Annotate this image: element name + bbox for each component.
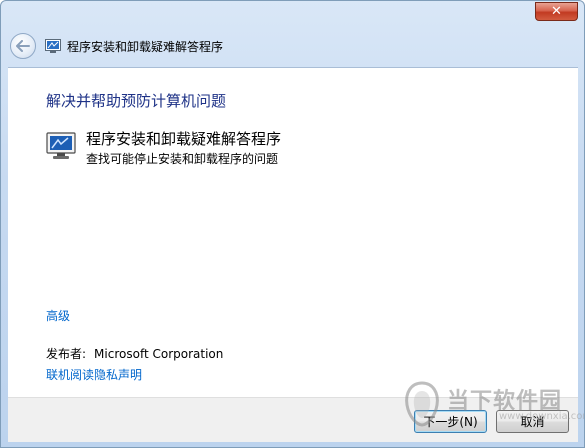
advanced-link[interactable]: 高级 xyxy=(46,307,70,324)
back-button[interactable] xyxy=(10,33,36,59)
privacy-statement-link[interactable]: 联机阅读隐私声明 xyxy=(46,366,142,383)
troubleshooter-icon xyxy=(45,39,61,53)
next-button[interactable]: 下一步(N) xyxy=(414,410,487,433)
content-pane: 解决并帮助预防计算机问题 程序安装和卸载疑难解答程序 查找可能停止安装和卸载程序… xyxy=(8,67,578,397)
page-heading: 解决并帮助预防计算机问题 xyxy=(46,92,227,110)
cancel-button[interactable]: 取消 xyxy=(496,410,569,433)
publisher-label: 发布者: xyxy=(46,347,87,361)
publisher-value: Microsoft Corporation xyxy=(94,347,224,361)
troubleshooter-icon xyxy=(46,132,76,159)
close-button[interactable]: ✕ xyxy=(535,2,578,21)
troubleshooter-description: 查找可能停止安装和卸载程序的问题 xyxy=(86,152,279,166)
title-bar: ✕ xyxy=(1,1,584,29)
back-arrow-icon xyxy=(16,40,30,52)
troubleshooter-window: ✕ 程序安装和卸载疑难解答程序 解决并帮助预防计算机问题 程序安装和卸载疑难解答… xyxy=(0,0,585,448)
navigation-bar: 程序安装和卸载疑难解答程序 xyxy=(7,31,579,63)
breadcrumb-title: 程序安装和卸载疑难解答程序 xyxy=(67,40,224,54)
button-bar: 下一步(N) 取消 xyxy=(8,397,578,442)
troubleshooter-title[interactable]: 程序安装和卸载疑难解答程序 xyxy=(86,128,281,149)
close-icon: ✕ xyxy=(551,4,562,19)
publisher-line: 发布者: Microsoft Corporation xyxy=(46,345,223,362)
